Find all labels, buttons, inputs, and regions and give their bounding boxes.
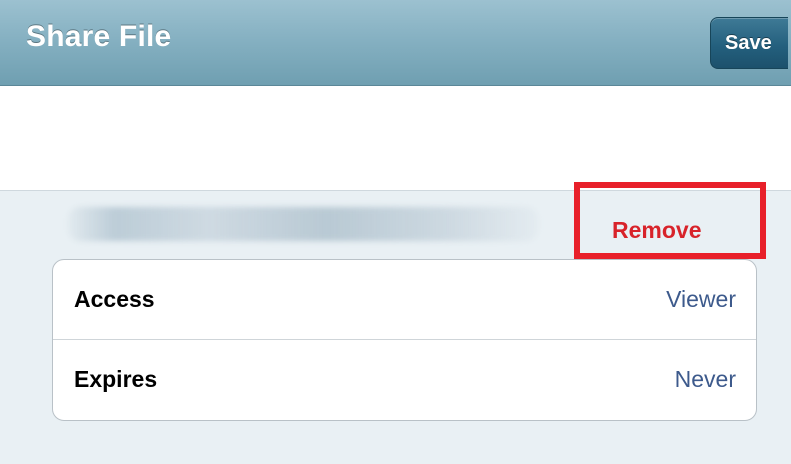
access-value: Viewer — [666, 286, 736, 312]
remove-button[interactable]: Remove — [612, 217, 701, 244]
navigation-bar: Share File Save — [0, 0, 791, 86]
access-label: Access — [74, 286, 155, 312]
share-details-panel: Remove Access Viewer Expires Never — [0, 182, 791, 464]
share-settings-table: Access Viewer Expires Never — [52, 259, 757, 421]
recipient-email-redacted — [68, 207, 538, 241]
share-file-screen: Share File Save Remove Access Viewer Exp… — [0, 0, 791, 464]
expires-label: Expires — [74, 366, 158, 392]
save-button[interactable]: Save — [710, 17, 788, 69]
expires-row[interactable]: Expires Never — [53, 340, 756, 420]
access-row[interactable]: Access Viewer — [53, 260, 756, 340]
expires-value: Never — [674, 366, 736, 392]
page-title: Share File — [26, 20, 172, 53]
